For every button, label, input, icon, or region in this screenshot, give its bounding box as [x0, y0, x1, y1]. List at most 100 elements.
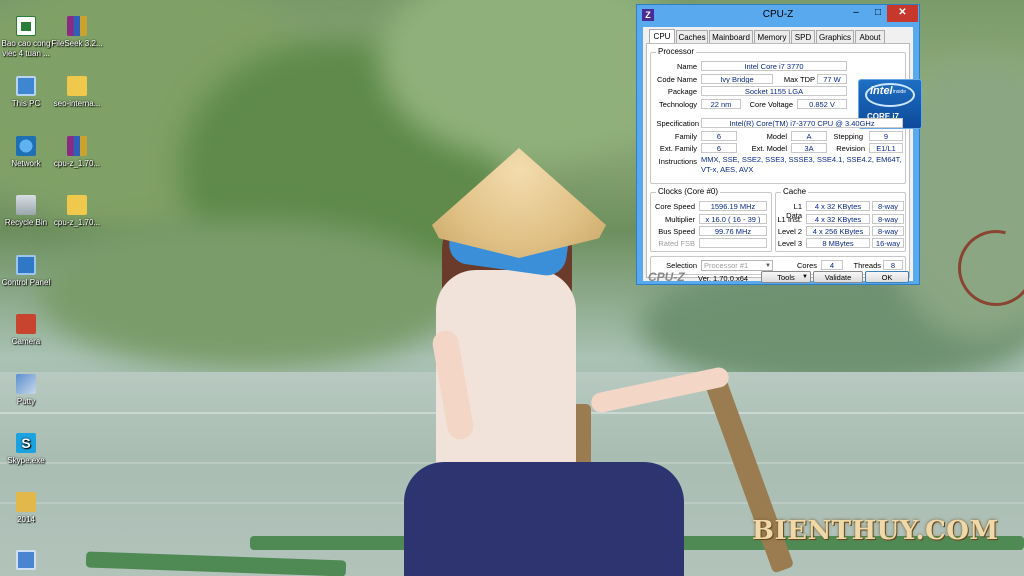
l1-inst-value: 4 x 32 KBytes	[806, 214, 870, 224]
folder-icon	[16, 492, 36, 512]
tab-mainboard[interactable]: Mainboard	[709, 30, 753, 43]
threads-label: Threads	[853, 261, 881, 270]
processor-group-title: Processor	[656, 47, 697, 56]
title-bar[interactable]: Z CPU-Z – □ ✕	[637, 5, 919, 25]
desktop-icon-putty[interactable]: Putty	[0, 374, 55, 407]
folder-icon	[67, 76, 87, 96]
maximize-button[interactable]: □	[867, 5, 889, 22]
this-pc-icon	[16, 76, 36, 96]
ext-model-label: Ext. Model	[751, 144, 787, 153]
putty-icon	[16, 374, 36, 394]
core-speed-label: Core Speed	[654, 202, 695, 211]
close-button[interactable]: ✕	[887, 5, 918, 22]
level2-way: 8-way	[872, 226, 904, 236]
instructions-line-2: VT-x, AES, AVX	[701, 165, 754, 174]
desktop-icon-control-panel[interactable]: Control Panel	[0, 255, 55, 288]
winrar-archive-icon	[67, 16, 87, 36]
bus-speed-label: Bus Speed	[658, 227, 695, 236]
name-value: Intel Core i7 3770	[701, 61, 847, 71]
desktop-icon-cpuz-folder[interactable]: cpu-z_1.70...	[48, 195, 106, 228]
tab-about[interactable]: About	[855, 30, 885, 43]
minimize-button[interactable]: –	[845, 5, 867, 22]
winrar-archive-icon	[67, 136, 87, 156]
package-label: Package	[667, 87, 697, 96]
max-tdp-value: 77 W	[817, 74, 847, 84]
tab-spd[interactable]: SPD	[791, 30, 815, 43]
chevron-down-icon: ▼	[802, 274, 808, 280]
l1-data-value: 4 x 32 KBytes	[806, 201, 870, 211]
desktop-icon-network[interactable]: Network	[0, 136, 55, 169]
threads-value: 8	[883, 260, 903, 270]
desktop-icon-this-pc[interactable]: This PC	[0, 76, 55, 109]
control-panel-icon	[16, 255, 36, 275]
level2-value: 4 x 256 KBytes	[806, 226, 870, 236]
tab-caches[interactable]: Caches	[676, 30, 708, 43]
foliage	[40, 220, 460, 370]
tab-cpu[interactable]: CPU	[649, 29, 675, 44]
tab-memory[interactable]: Memory	[754, 30, 790, 43]
technology-value: 22 nm	[701, 99, 741, 109]
ext-family-label: Ext. Family	[659, 144, 697, 153]
skype-icon: S	[16, 433, 36, 453]
instructions-label: Instructions	[658, 157, 697, 166]
stepping-value: 9	[869, 131, 903, 141]
l1-inst-way: 8-way	[872, 214, 904, 224]
core-speed-value: 1596.19 MHz	[699, 201, 767, 211]
folder-icon	[67, 195, 87, 215]
revision-value: E1/L1	[869, 143, 903, 153]
multiplier-value: x 16.0 ( 16 - 39 )	[699, 214, 767, 224]
rated-fsb-label: Rated FSB	[658, 239, 695, 248]
desktop-icon-skype[interactable]: S Skype.exe	[0, 433, 55, 466]
instructions-line-1: MMX, SSE, SSE2, SSE3, SSSE3, SSE4.1, SSE…	[701, 155, 902, 164]
cpu-tab-panel: Processor Name Intel Core i7 3770 Code N…	[646, 43, 922, 278]
cpuz-window[interactable]: Z CPU-Z – □ ✕ CPU Caches Mainboard Memor…	[636, 4, 922, 285]
tab-graphics[interactable]: Graphics	[816, 30, 854, 43]
multiplier-label: Multiplier	[664, 215, 695, 224]
desktop-icon-seo-interna[interactable]: seo-interna...	[48, 76, 106, 109]
name-label: Name	[676, 62, 697, 71]
window-client-area: CPU Caches Mainboard Memory SPD Graphics…	[643, 27, 922, 284]
processor-selection-dropdown[interactable]: Processor #1 ▼	[701, 260, 773, 271]
cache-group-title: Cache	[781, 187, 809, 196]
codename-label: Code Name	[656, 75, 697, 84]
desktop-icon-2014[interactable]: 2014	[0, 492, 55, 525]
excel-document-icon	[16, 16, 36, 36]
desktop-icon-setup[interactable]	[0, 550, 55, 573]
bus-speed-value: 99.76 MHz	[699, 226, 767, 236]
ext-family-value: 6	[701, 143, 737, 153]
camera-icon	[16, 314, 36, 334]
rated-fsb-value	[699, 238, 767, 248]
watermark: BIENTHUY.COM	[752, 516, 999, 546]
level3-label: Level 3	[777, 239, 802, 248]
family-value: 6	[701, 131, 737, 141]
network-icon	[16, 136, 36, 156]
recycle-bin-icon	[16, 195, 36, 215]
clocks-group-title: Clocks (Core #0)	[656, 187, 721, 196]
cores-label: Cores	[796, 261, 817, 270]
desktop-icon-recycle-bin[interactable]: Recycle Bin	[0, 195, 55, 228]
processor-group: Processor Name Intel Core i7 3770 Code N…	[650, 47, 922, 184]
model-label: Model	[766, 132, 787, 141]
ok-button[interactable]: OK	[865, 271, 909, 283]
tools-button[interactable]: Tools ▼	[761, 271, 811, 283]
pants	[404, 462, 684, 576]
revision-label: Revision	[836, 144, 865, 153]
desktop-icon-camera[interactable]: Camera	[0, 314, 55, 347]
desktop-icon-bao-cao[interactable]: Bao cao cong viec 4 tuan ...	[0, 16, 55, 59]
validate-button[interactable]: Validate	[813, 271, 863, 283]
ext-model-value: 3A	[791, 143, 827, 153]
cache-group: Cache L1 Data 4 x 32 KBytes 8-way L1 Ins…	[775, 187, 906, 252]
cpuz-footer-logo: CPU-Z	[648, 270, 685, 284]
technology-label: Technology	[659, 100, 697, 109]
desktop-icon-cpuz-archive[interactable]: cpu-z_1.70...	[48, 136, 106, 169]
level2-label: Level 2	[777, 227, 802, 236]
clocks-group: Clocks (Core #0) Core Speed 1596.19 MHz …	[650, 187, 772, 252]
version-label: Ver. 1.70.0.x64	[698, 274, 749, 283]
family-label: Family	[674, 132, 697, 141]
setup-icon	[16, 550, 36, 570]
core-voltage-label: Core Voltage	[749, 100, 793, 109]
desktop-icon-fileseek[interactable]: FileSeek 3.2...	[48, 16, 106, 49]
package-value: Socket 1155 LGA	[701, 86, 847, 96]
selection-label: Selection	[666, 261, 697, 270]
specification-value: Intel(R) Core(TM) i7-3770 CPU @ 3.40GHz	[701, 118, 903, 128]
